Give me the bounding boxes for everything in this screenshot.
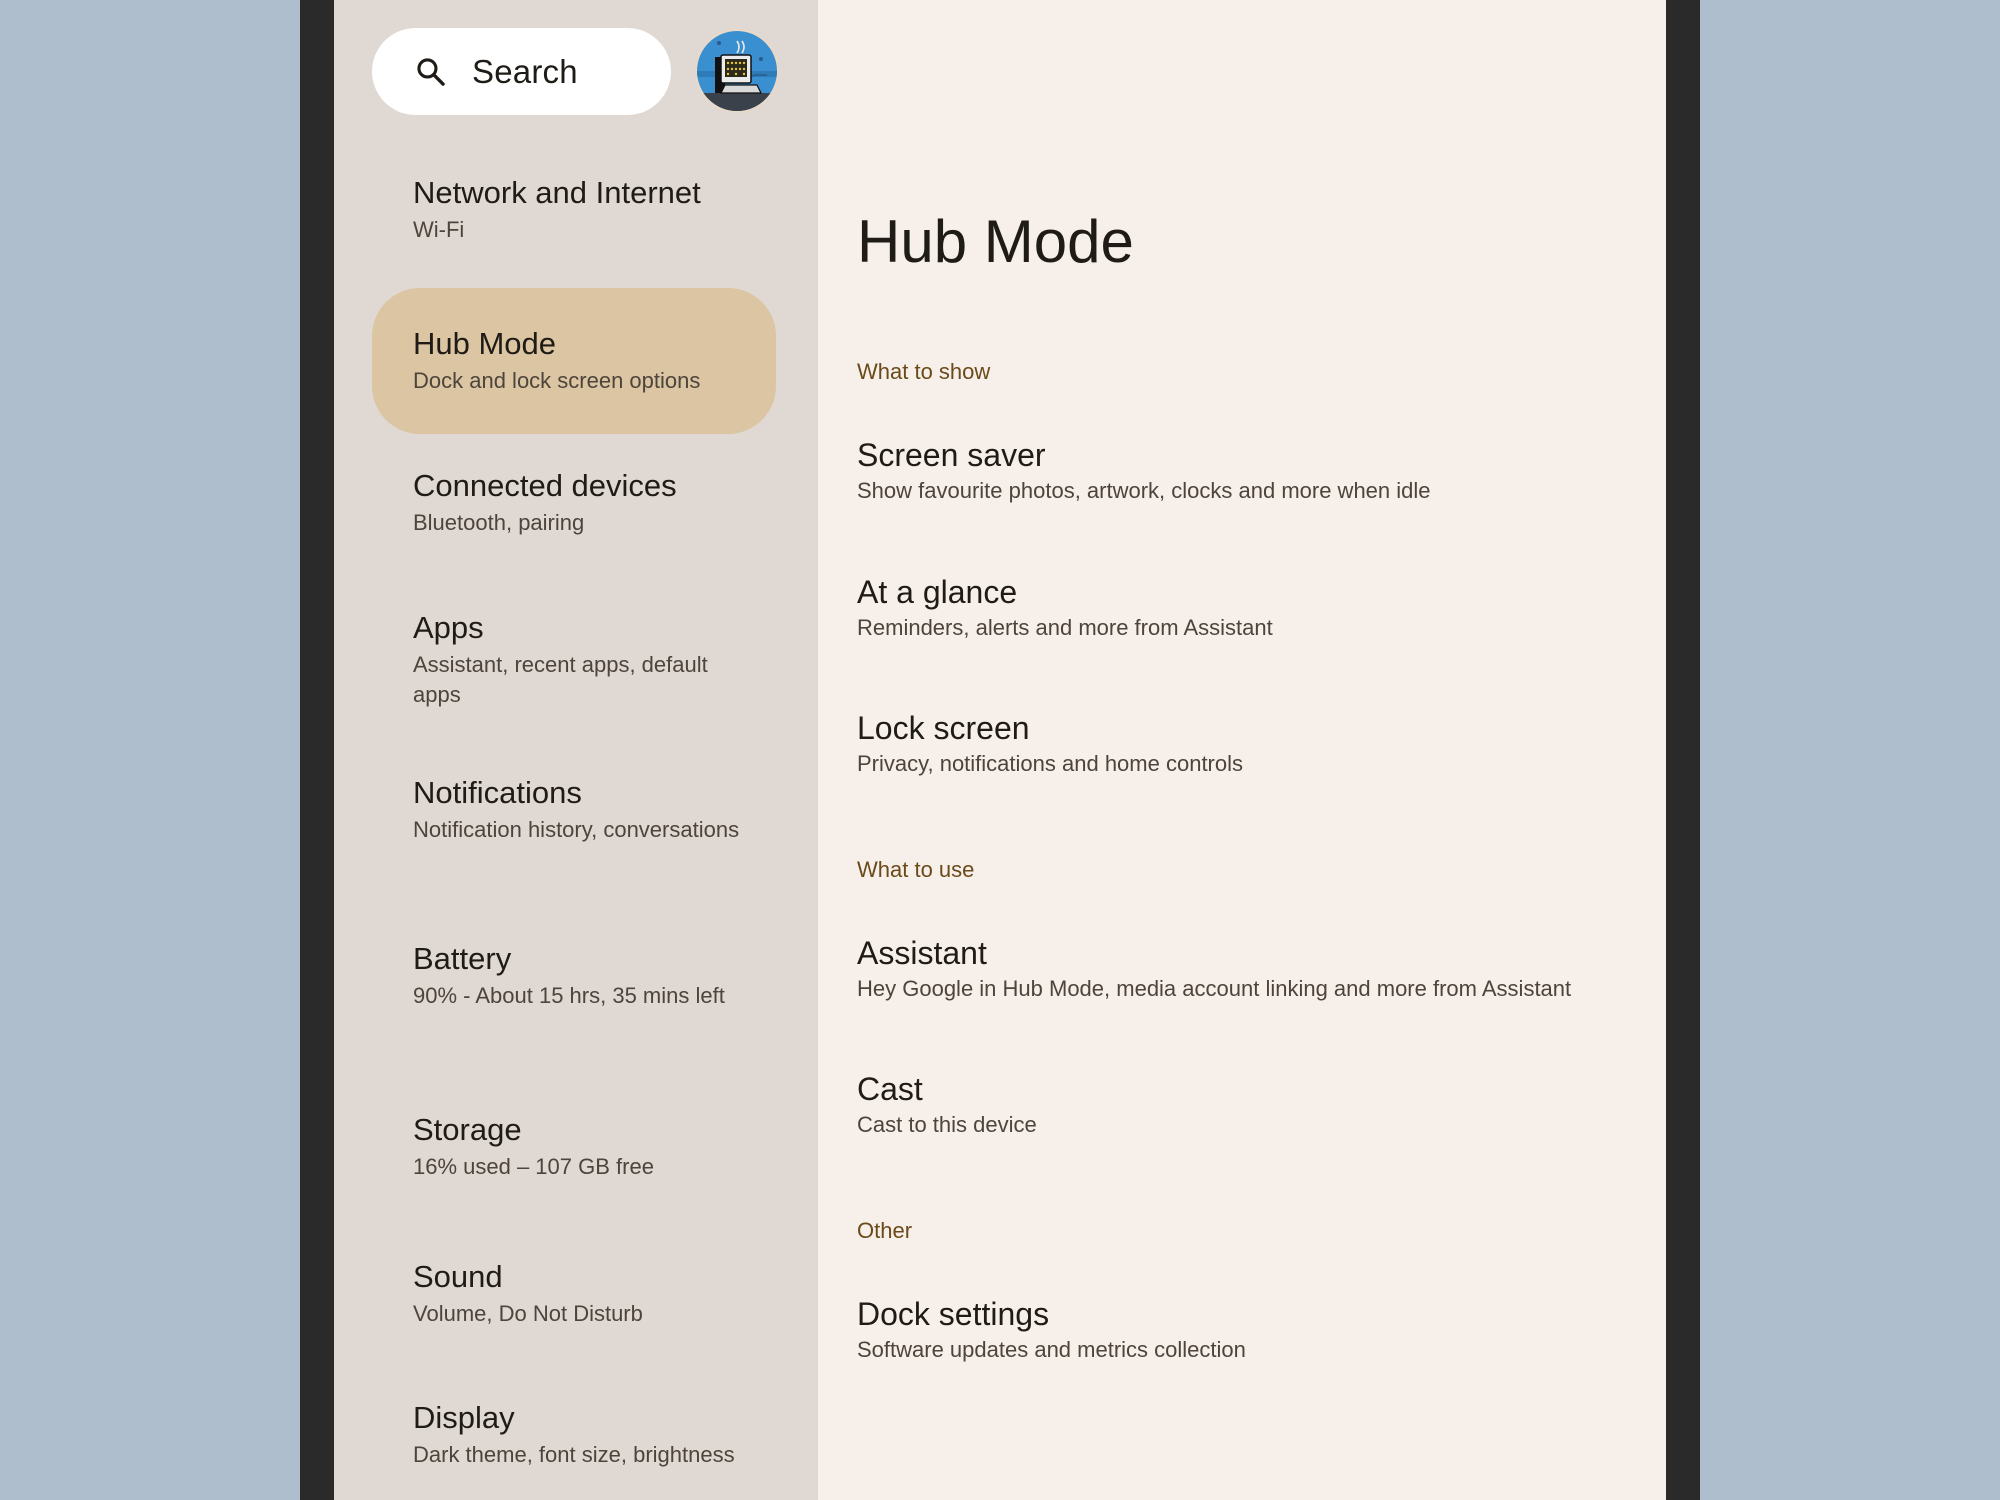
pref-cast[interactable]: Cast Cast to this device: [857, 1069, 1647, 1140]
sidebar-item-subtitle: Assistant, recent apps, default apps: [413, 652, 708, 707]
search-label: Search: [472, 52, 578, 90]
hub-mode-settings-panel: Hub Mode What to show Screen saver Show …: [818, 0, 1666, 1500]
sidebar-item-title: Hub Mode: [413, 326, 557, 361]
sidebar-item-connected-devices[interactable]: Connected devices Bluetooth, pairing: [372, 466, 776, 538]
sidebar-item-title: Storage: [413, 1112, 522, 1147]
pref-subtitle: Privacy, notifications and home controls: [857, 751, 1243, 776]
sidebar-item-title: Network and Internet: [413, 175, 701, 210]
account-avatar[interactable]: [697, 31, 777, 111]
sidebar-item-hub-mode[interactable]: Hub Mode Dock and lock screen options: [372, 288, 776, 434]
section-header-what-to-use: What to use: [857, 857, 975, 882]
pref-lock-screen[interactable]: Lock screen Privacy, notifications and h…: [857, 708, 1647, 779]
sidebar-item-network-and-internet[interactable]: Network and Internet Wi-Fi: [372, 173, 776, 245]
sidebar-item-subtitle: Bluetooth, pairing: [413, 510, 585, 535]
sidebar-item-subtitle: 90% - About 15 hrs, 35 mins left: [413, 983, 725, 1008]
pref-title: Dock settings: [857, 1296, 1050, 1332]
sidebar-item-sound[interactable]: Sound Volume, Do Not Disturb: [372, 1257, 776, 1329]
pref-subtitle: Cast to this device: [857, 1112, 1037, 1137]
pref-title: At a glance: [857, 574, 1018, 610]
pref-at-a-glance[interactable]: At a glance Reminders, alerts and more f…: [857, 572, 1647, 643]
pref-screen-saver[interactable]: Screen saver Show favourite photos, artw…: [857, 435, 1647, 506]
sidebar-item-title: Notifications: [413, 775, 582, 810]
pref-title: Assistant: [857, 935, 987, 971]
sidebar-item-subtitle: Dock and lock screen options: [413, 368, 701, 393]
pref-subtitle: Software updates and metrics collection: [857, 1337, 1246, 1362]
pref-subtitle: Show favourite photos, artwork, clocks a…: [857, 478, 1431, 503]
sidebar-item-notifications[interactable]: Notifications Notification history, conv…: [372, 773, 776, 845]
sidebar-item-storage[interactable]: Storage 16% used – 107 GB free: [372, 1110, 776, 1182]
page-title: Hub Mode: [857, 208, 1134, 275]
sidebar-item-subtitle: Dark theme, font size, brightness: [413, 1442, 735, 1467]
sidebar-item-battery[interactable]: Battery 90% - About 15 hrs, 35 mins left: [372, 939, 776, 1011]
device-bezel-left: [300, 0, 334, 1500]
pref-assistant[interactable]: Assistant Hey Google in Hub Mode, media …: [857, 933, 1647, 1004]
sidebar-item-title: Display: [413, 1400, 515, 1435]
section-header-other: Other: [857, 1218, 913, 1243]
sidebar-item-subtitle: Notification history, conversations: [413, 817, 740, 842]
sidebar-item-subtitle: Wi-Fi: [413, 217, 465, 242]
account-avatar-icon: [697, 31, 777, 111]
sidebar-item-title: Connected devices: [413, 468, 677, 503]
pref-title: Lock screen: [857, 710, 1030, 746]
pref-title: Screen saver: [857, 437, 1046, 473]
sidebar-item-title: Battery: [413, 941, 512, 976]
pref-subtitle: Hey Google in Hub Mode, media account li…: [857, 976, 1572, 1001]
sidebar-item-title: Sound: [413, 1259, 503, 1294]
sidebar-item-subtitle: 16% used – 107 GB free: [413, 1154, 654, 1179]
search-bar[interactable]: Search: [372, 28, 671, 115]
sidebar-item-display[interactable]: Display Dark theme, font size, brightnes…: [372, 1398, 776, 1470]
device-bezel-right: [1666, 0, 1700, 1500]
pref-subtitle: Reminders, alerts and more from Assistan…: [857, 615, 1273, 640]
section-header-what-to-show: What to show: [857, 359, 991, 384]
sidebar-item-subtitle: Volume, Do Not Disturb: [413, 1301, 643, 1326]
pref-dock-settings[interactable]: Dock settings Software updates and metri…: [857, 1294, 1647, 1365]
search-icon: [417, 58, 445, 86]
sidebar-item-title: Apps: [413, 610, 484, 645]
settings-sidebar: Search Network and Internet Wi-Fi Hub Mo…: [334, 0, 818, 1500]
sidebar-item-apps[interactable]: Apps Assistant, recent apps, default app…: [372, 608, 776, 710]
pref-title: Cast: [857, 1071, 923, 1107]
